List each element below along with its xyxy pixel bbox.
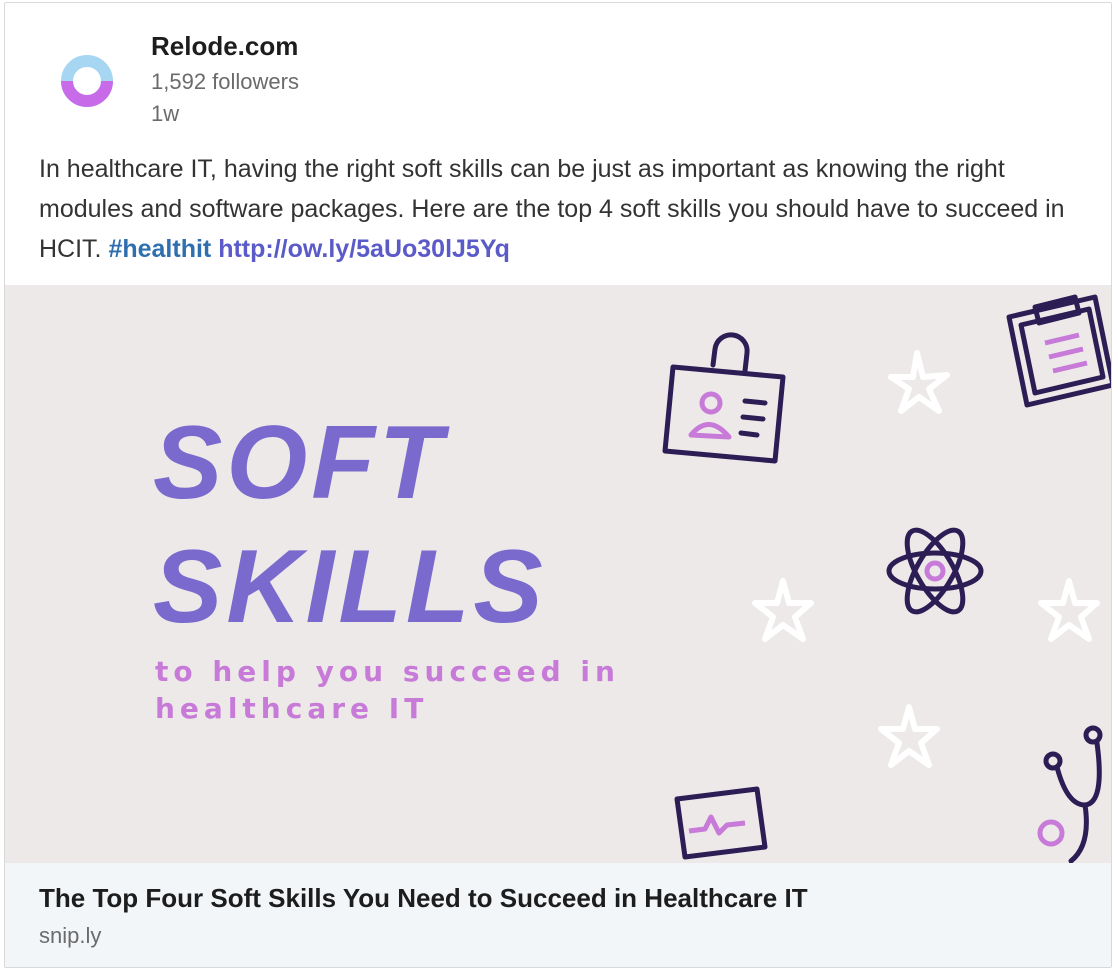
banner-subtitle: to help you succeed in healthcare IT <box>155 653 620 727</box>
link-preview-title[interactable]: The Top Four Soft Skills You Need to Suc… <box>39 883 808 914</box>
post-header: Relode.com 1,592 followers 1w <box>5 3 1111 143</box>
atom-icon <box>886 527 984 615</box>
company-logo[interactable] <box>59 53 115 109</box>
post-card: Relode.com 1,592 followers 1w In healthc… <box>4 2 1112 968</box>
banner-subtitle-line1: to help you succeed in <box>155 655 620 688</box>
follower-count: 1,592 followers <box>151 69 299 94</box>
link-preview[interactable]: The Top Four Soft Skills You Need to Suc… <box>5 863 1111 967</box>
star-icon <box>752 350 1100 768</box>
post-timestamp: 1w <box>151 101 180 126</box>
post-body: In healthcare IT, having the right soft … <box>39 149 1079 269</box>
ring-logo-icon <box>61 55 113 107</box>
link-preview-domain: snip.ly <box>39 923 102 948</box>
banner-title-line2: SKILLS <box>153 529 547 645</box>
hashtag-link[interactable]: #healthit <box>108 235 211 263</box>
banner-title-line1: SOFT <box>153 405 447 521</box>
banner-subtitle-line2: healthcare IT <box>155 692 429 725</box>
company-name[interactable]: Relode.com <box>151 31 298 62</box>
post-url-link[interactable]: http://ow.ly/5aUo30lJ5Yq <box>218 235 510 263</box>
id-badge-icon <box>662 332 786 464</box>
monitor-icon <box>674 786 768 860</box>
clipboard-icon <box>1006 294 1111 408</box>
stethoscope-icon <box>1037 725 1103 863</box>
article-image[interactable]: SOFT SKILLS to help you succeed in healt… <box>5 285 1111 863</box>
